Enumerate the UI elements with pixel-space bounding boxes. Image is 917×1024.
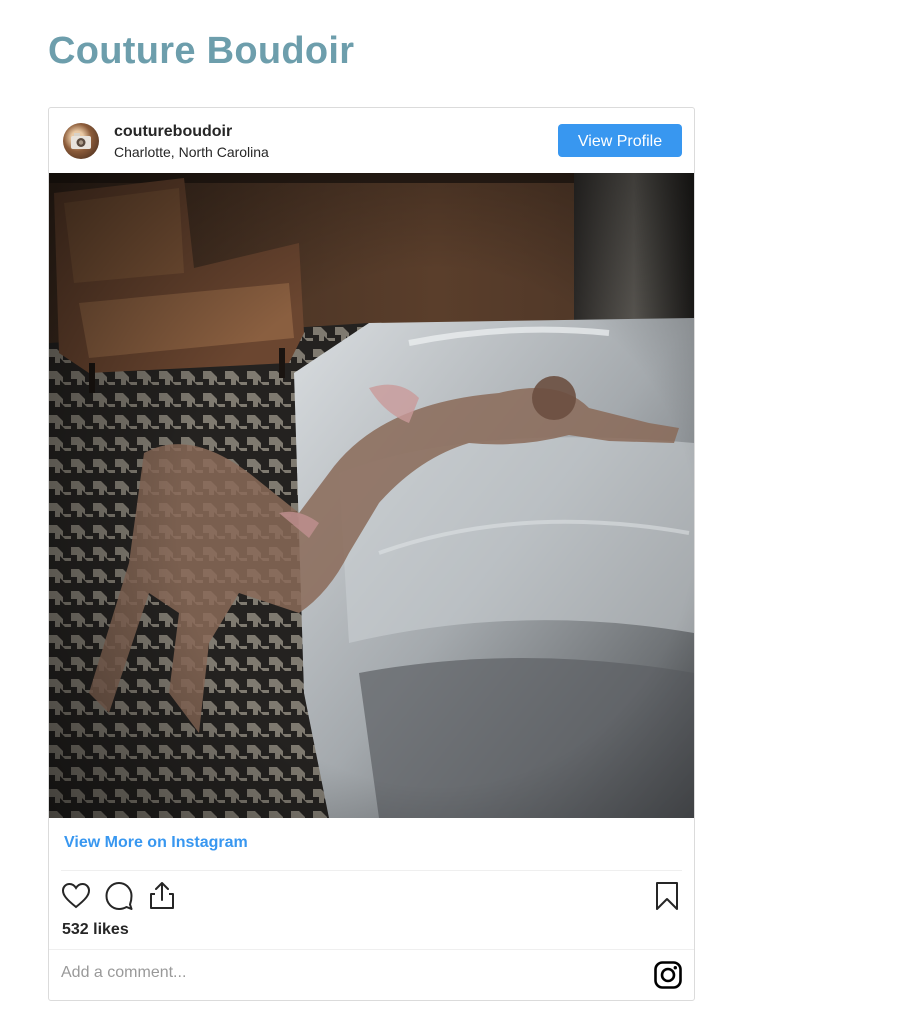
view-more-link[interactable]: View More on Instagram xyxy=(64,834,248,852)
post-header: coutureboudoir Charlotte, North Carolina… xyxy=(49,108,694,174)
location[interactable]: Charlotte, North Carolina xyxy=(114,144,269,160)
likes-count[interactable]: 532 likes xyxy=(62,921,129,939)
comment-bar: Add a comment... xyxy=(49,949,694,1000)
comment-input[interactable]: Add a comment... xyxy=(61,964,186,982)
bookmark-icon[interactable] xyxy=(651,880,683,912)
post-photo[interactable] xyxy=(49,173,694,818)
avatar[interactable] xyxy=(63,123,99,159)
view-profile-button[interactable]: View Profile xyxy=(558,124,682,157)
page-title: Couture Boudoir xyxy=(48,30,355,72)
instagram-embed-card: coutureboudoir Charlotte, North Carolina… xyxy=(48,107,695,1001)
username[interactable]: coutureboudoir xyxy=(114,123,232,141)
heart-icon[interactable] xyxy=(60,880,92,912)
comment-icon[interactable] xyxy=(103,880,135,912)
share-icon[interactable] xyxy=(146,880,178,912)
instagram-icon[interactable] xyxy=(653,960,683,990)
divider xyxy=(61,870,682,871)
